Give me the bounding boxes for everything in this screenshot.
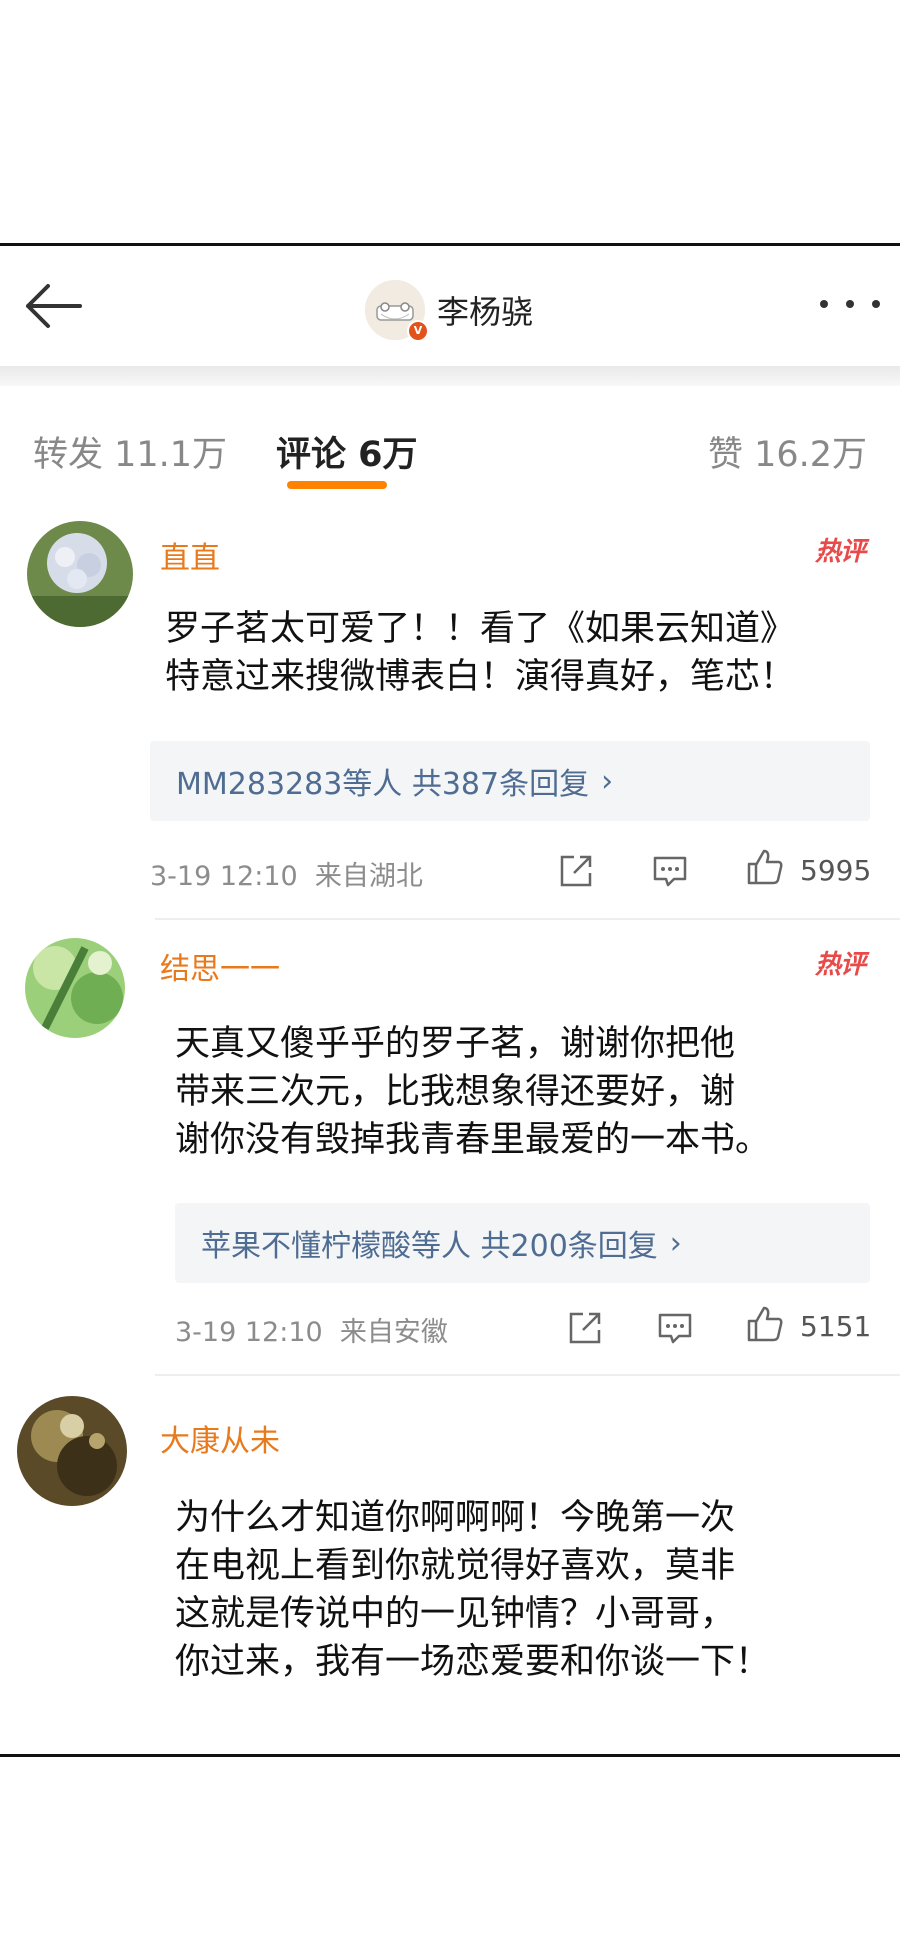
avatar[interactable]: [17, 1396, 127, 1506]
verified-badge-icon: V: [407, 320, 429, 342]
commenter-name[interactable]: 大康从未: [160, 1416, 280, 1460]
commenter-name[interactable]: 直直: [160, 533, 220, 577]
comment-divider: [155, 918, 900, 920]
comment-icon[interactable]: [655, 1308, 695, 1348]
back-arrow-icon[interactable]: [22, 276, 82, 336]
tab-likes[interactable]: 赞 16.2万: [708, 426, 867, 477]
chevron-right-icon: ›: [601, 763, 614, 799]
share-icon[interactable]: [565, 1308, 605, 1348]
comment-location: 来自湖北: [314, 861, 423, 892]
engagement-tabs: 转发 11.1万 评论 6万 赞 16.2万: [0, 396, 900, 496]
comment-text: 为什么才知道你啊啊啊！今晚第一次 在电视上看到你就觉得好喜欢，莫非 这就是传说中…: [175, 1498, 771, 1682]
comment-location: 来自安徽: [339, 1317, 448, 1348]
comment-icon[interactable]: [650, 851, 690, 891]
avatar[interactable]: [25, 938, 125, 1038]
more-options-icon[interactable]: [820, 284, 880, 324]
page-title: 李杨骁: [437, 293, 534, 331]
hot-comment-badge: 热评: [814, 950, 866, 980]
avatar[interactable]: [27, 521, 133, 627]
hot-comment-badge: 热评: [814, 537, 866, 567]
commenter-name[interactable]: 结思一一: [160, 944, 280, 988]
reply-summary-text: MM283283等人 共387条回复: [176, 767, 590, 802]
comment-time: 3-19 12:10: [150, 861, 298, 892]
comment-divider: [155, 1374, 900, 1376]
comment-time: 3-19 12:10: [175, 1317, 323, 1348]
header-shadow: [0, 366, 900, 386]
chevron-right-icon: ›: [669, 1225, 682, 1261]
share-icon[interactable]: [556, 851, 596, 891]
comment-meta: 3-19 12:10 来自安徽: [175, 1310, 448, 1349]
tab-comments[interactable]: 评论 6万: [276, 426, 418, 477]
account-title[interactable]: V 李杨骁: [365, 280, 534, 342]
reply-summary-text: 苹果不懂柠檬酸等人 共200条回复: [201, 1229, 658, 1264]
comment-text: 天真又傻乎乎的罗子茗，谢谢你把他 带来三次元，比我想象得还要好，谢 谢你没有毁掉…: [175, 1024, 771, 1160]
like-icon[interactable]: [745, 847, 785, 887]
like-count: 5151: [800, 1310, 872, 1343]
weibo-screenshot-frame: V 李杨骁 转发 11.1万 评论 6万 赞 16.2万 直直 热评 罗子茗太可…: [0, 243, 900, 1757]
tab-reposts[interactable]: 转发 11.1万: [33, 426, 227, 477]
comment-text: 罗子茗太可爱了！！看了《如果云知道》 特意过来搜微博表白！演得真好，笔芯！: [165, 609, 796, 697]
active-tab-indicator: [287, 481, 387, 489]
like-icon[interactable]: [745, 1304, 785, 1344]
reply-summary[interactable]: MM283283等人 共387条回复 ›: [150, 741, 870, 821]
top-nav-bar: V 李杨骁: [0, 246, 900, 366]
avatar[interactable]: V: [365, 280, 429, 342]
comment-meta: 3-19 12:10 来自湖北: [150, 854, 423, 893]
like-count: 5995: [800, 854, 872, 887]
reply-summary[interactable]: 苹果不懂柠檬酸等人 共200条回复 ›: [175, 1203, 870, 1283]
